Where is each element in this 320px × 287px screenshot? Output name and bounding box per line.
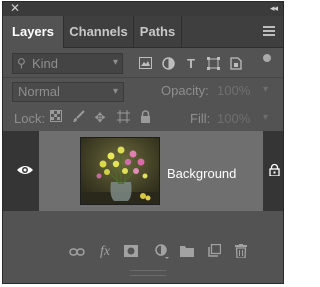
filter-kind-label: Kind bbox=[32, 56, 59, 71]
lock-artboard-icon[interactable] bbox=[116, 110, 130, 126]
double-chevron-icon[interactable]: ◂◂ bbox=[270, 2, 278, 15]
tab-channels[interactable]: Channels bbox=[64, 16, 134, 47]
blend-mode-value: Normal bbox=[18, 84, 60, 99]
blend-mode-select[interactable]: Normal ▾ bbox=[12, 82, 124, 102]
layer-content[interactable]: Background bbox=[39, 131, 280, 211]
add-mask-icon[interactable] bbox=[123, 244, 139, 260]
tab-layers[interactable]: Layers bbox=[3, 16, 64, 48]
layer-name[interactable]: Background bbox=[167, 166, 236, 181]
divider bbox=[3, 77, 283, 78]
lock-transparent-icon[interactable] bbox=[49, 110, 63, 125]
link-layers-icon[interactable] bbox=[69, 244, 85, 260]
fill-input[interactable]: 100% bbox=[217, 111, 250, 126]
type-filter-icon[interactable]: T bbox=[184, 57, 198, 70]
eye-icon[interactable] bbox=[16, 164, 34, 176]
lock-all-icon[interactable] bbox=[138, 110, 152, 126]
layer-filter-kind-select[interactable]: ⚲ Kind ▾ bbox=[12, 53, 123, 74]
new-layer-icon[interactable] bbox=[206, 243, 222, 260]
opacity-label: Opacity: bbox=[161, 83, 209, 98]
filter-toggle-icon[interactable] bbox=[263, 54, 271, 62]
chevron-down-icon[interactable]: ▾ bbox=[263, 112, 268, 123]
adjustment-filter-icon[interactable] bbox=[161, 57, 175, 70]
panel-menu-icon[interactable] bbox=[263, 26, 275, 38]
lock-image-icon[interactable] bbox=[71, 110, 85, 126]
delete-layer-icon[interactable] bbox=[233, 244, 249, 261]
tab-bar: Layers Channels Paths bbox=[3, 16, 283, 48]
shape-filter-icon[interactable] bbox=[206, 57, 220, 70]
layer-lock-icon bbox=[269, 164, 280, 176]
fill-label: Fill: bbox=[190, 111, 211, 126]
fx-icon[interactable]: fx bbox=[97, 244, 113, 260]
search-icon: ⚲ bbox=[17, 56, 26, 70]
chevron-down-icon: ▾ bbox=[112, 86, 118, 97]
layers-panel: ✕ ◂◂ Layers Channels Paths ⚲ Kind ▾ T No… bbox=[2, 1, 284, 284]
smart-object-filter-icon[interactable] bbox=[229, 57, 243, 70]
resize-grip[interactable] bbox=[130, 270, 166, 276]
panel-titlebar: ✕ ◂◂ bbox=[3, 1, 283, 16]
opacity-input[interactable]: 100% bbox=[217, 83, 250, 98]
image-filter-icon[interactable] bbox=[138, 57, 152, 70]
lock-position-icon[interactable]: ✥ bbox=[93, 110, 107, 126]
chevron-down-icon[interactable]: ▾ bbox=[263, 84, 268, 95]
tab-paths[interactable]: Paths bbox=[134, 16, 182, 47]
layer-thumbnail[interactable] bbox=[80, 137, 160, 205]
chevron-down-icon: ▾ bbox=[112, 57, 118, 68]
layer-row-background[interactable]: Background bbox=[3, 131, 283, 211]
adjustment-layer-icon[interactable] bbox=[154, 244, 170, 263]
new-group-icon[interactable] bbox=[179, 244, 195, 260]
close-x-icon[interactable]: ✕ bbox=[10, 1, 20, 15]
lock-label: Lock: bbox=[14, 111, 46, 126]
